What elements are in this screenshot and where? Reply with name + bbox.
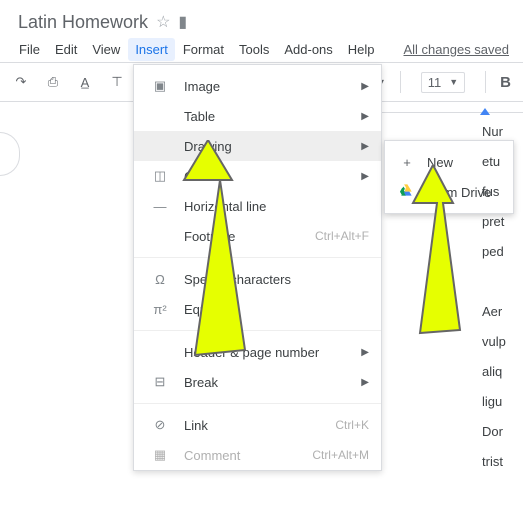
folder-icon[interactable]: ▮ [178, 12, 187, 32]
chevron-down-icon: ▼ [449, 77, 458, 87]
insert-hline[interactable]: —Horizontal line [134, 191, 381, 221]
insert-chart[interactable]: ◫Chart▶ [134, 161, 381, 191]
paint-format-icon[interactable]: ⊤ [108, 74, 126, 90]
changes-saved-link[interactable]: All changes saved [403, 42, 511, 57]
redo-icon[interactable]: ↷ [12, 74, 30, 90]
outline-toggle[interactable] [0, 132, 20, 176]
insert-table[interactable]: Table▶ [134, 101, 381, 131]
insert-break[interactable]: ⊟Break▶ [134, 367, 381, 397]
ruler [382, 103, 523, 113]
insert-dropdown: ▣Image▶ Table▶ Drawing▶ ◫Chart▶ —Horizon… [133, 64, 382, 471]
chevron-right-icon: ▶ [361, 347, 369, 358]
chevron-right-icon: ▶ [361, 81, 369, 92]
chart-icon: ◫ [150, 168, 170, 184]
image-icon: ▣ [150, 78, 170, 94]
equation-icon: π² [150, 302, 170, 317]
insert-image[interactable]: ▣Image▶ [134, 71, 381, 101]
insert-equation[interactable]: π²Equation [134, 294, 381, 324]
dropdown-divider [134, 403, 381, 404]
comment-icon: ▦ [150, 447, 170, 463]
insert-footnote[interactable]: FootnoteCtrl+Alt+F [134, 221, 381, 251]
document-body[interactable]: Nur etu fus pret ped Aer vulp aliq ligu … [482, 117, 506, 477]
spellcheck-icon[interactable]: A̲ [76, 75, 94, 90]
plus-icon: + [399, 155, 415, 170]
menu-view[interactable]: View [85, 38, 127, 61]
omega-icon: Ω [150, 272, 170, 287]
menu-edit[interactable]: Edit [48, 38, 84, 61]
insert-drawing[interactable]: Drawing▶ [134, 131, 381, 161]
menu-bar: File Edit View Insert Format Tools Add-o… [0, 36, 523, 62]
menu-insert[interactable]: Insert [128, 38, 175, 61]
chevron-right-icon: ▶ [361, 377, 369, 388]
dropdown-divider [134, 330, 381, 331]
font-size-value: 11 [428, 75, 442, 90]
toolbar-divider [485, 71, 486, 93]
menu-addons[interactable]: Add-ons [277, 38, 339, 61]
insert-header-page-num[interactable]: Header & page number▶ [134, 337, 381, 367]
menu-format[interactable]: Format [176, 38, 231, 61]
menu-file[interactable]: File [12, 38, 47, 61]
toolbar-divider [400, 71, 401, 93]
menu-tools[interactable]: Tools [232, 38, 276, 61]
font-size-input[interactable]: 11 ▼ [421, 72, 465, 93]
print-icon[interactable]: ⎙ [44, 74, 62, 90]
drive-icon [399, 184, 415, 201]
break-icon: ⊟ [150, 374, 170, 390]
hline-icon: — [150, 199, 170, 214]
bold-button[interactable]: B [500, 74, 511, 91]
chevron-right-icon: ▶ [361, 111, 369, 122]
insert-link[interactable]: ⊘LinkCtrl+K [134, 410, 381, 440]
indent-marker-icon[interactable] [480, 108, 490, 115]
doc-title[interactable]: Latin Homework [18, 12, 148, 33]
dropdown-divider [134, 257, 381, 258]
insert-comment: ▦CommentCtrl+Alt+M [134, 440, 381, 470]
menu-help[interactable]: Help [341, 38, 382, 61]
link-icon: ⊘ [150, 417, 170, 433]
insert-special-chars[interactable]: ΩSpecial characters [134, 264, 381, 294]
chevron-right-icon: ▶ [361, 141, 369, 152]
chevron-right-icon: ▶ [361, 171, 369, 182]
star-icon[interactable]: ☆ [156, 12, 170, 32]
